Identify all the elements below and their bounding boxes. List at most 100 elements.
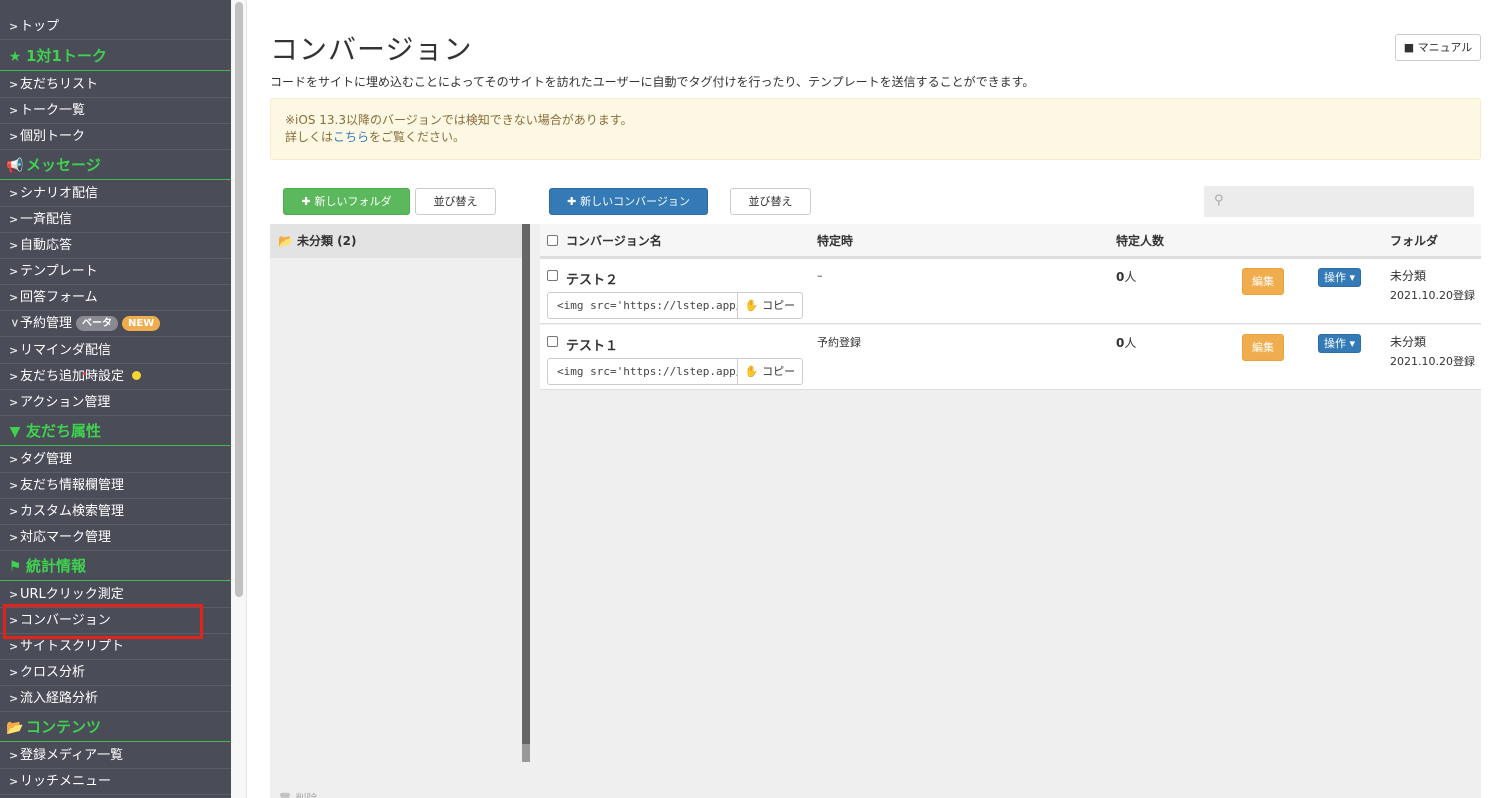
- folder-sort-button[interactable]: 並び替え: [415, 188, 496, 215]
- chevron-down-icon: >: [8, 318, 22, 328]
- sidebar-section-friend-attr: ▼ 友だち属性: [0, 417, 231, 446]
- chevron-right-icon: >: [9, 588, 19, 601]
- sidebar-item-friend-list[interactable]: > 友だちリスト: [0, 72, 231, 98]
- panel-divider[interactable]: [522, 224, 530, 762]
- alert-line2: 詳しくはこちらをご覧ください。: [285, 130, 466, 144]
- sidebar-section-message: 📢 メッセージ: [0, 151, 231, 180]
- copy-button[interactable]: ✋ コピー: [737, 358, 803, 385]
- new-conversion-button[interactable]: ✚ 新しいコンバージョン: [549, 188, 708, 215]
- row-checkbox[interactable]: [547, 336, 558, 347]
- sidebar: > トップ ★ 1対1トーク > 友だちリスト > トーク一覧 > 個別トーク 📢 メッセー…: [0, 0, 231, 798]
- sidebar-item-inflow[interactable]: > 流入経路分析: [0, 686, 231, 712]
- sidebar-item-mark[interactable]: > 対応マーク管理: [0, 525, 231, 551]
- operation-dropdown-button[interactable]: 操作 ▾: [1318, 268, 1361, 287]
- flag-icon: ⚑: [8, 559, 22, 575]
- folder-cell: 未分類: [1390, 269, 1427, 283]
- book-icon: ■: [1403, 41, 1418, 54]
- chevron-right-icon: >: [9, 265, 19, 278]
- conversion-name: テスト１: [566, 339, 619, 354]
- chevron-right-icon: >: [9, 531, 19, 544]
- conversion-name: テスト２: [566, 273, 619, 288]
- count-cell: 0人: [1116, 270, 1137, 284]
- sidebar-item-top[interactable]: > トップ: [0, 14, 231, 40]
- chevron-right-icon: >: [9, 78, 19, 91]
- chevron-right-icon: >: [9, 479, 19, 492]
- notification-dot: [132, 371, 142, 380]
- caret-down-icon: ▾: [1345, 271, 1356, 284]
- search-box[interactable]: ⚲: [1204, 186, 1474, 217]
- sidebar-item-scenario[interactable]: > シナリオ配信: [0, 181, 231, 207]
- panel-divider-handle[interactable]: [522, 744, 530, 762]
- sidebar-item-url-click[interactable]: > URLクリック測定: [0, 582, 231, 608]
- chevron-right-icon: >: [9, 640, 19, 653]
- folder-cell: 未分類: [1390, 335, 1427, 349]
- sidebar-item-site-script[interactable]: > サイトスクリプト: [0, 634, 231, 660]
- chevron-right-icon: >: [9, 749, 19, 762]
- sidebar-item-cross[interactable]: > クロス分析: [0, 660, 231, 686]
- chevron-right-icon: >: [9, 344, 19, 357]
- search-input[interactable]: [1234, 186, 1470, 217]
- ios-warning-alert: ※iOS 13.3以降のバージョンでは検知できない場合があります。 詳しくはこち…: [270, 98, 1481, 160]
- sidebar-section-talk: ★ 1対1トーク: [0, 42, 231, 71]
- sidebar-item-individual-talk[interactable]: > 個別トーク: [0, 124, 231, 150]
- plus-icon: ✚: [301, 195, 315, 208]
- search-icon: ⚲: [1214, 193, 1224, 208]
- edit-button[interactable]: 編集: [1242, 334, 1284, 361]
- copy-button[interactable]: ✋ コピー: [737, 292, 803, 319]
- select-all-checkbox[interactable]: [547, 235, 558, 246]
- chevron-right-icon: >: [9, 614, 19, 627]
- header-trigger: 特定時: [817, 234, 854, 248]
- sidebar-item-rich-menu[interactable]: > リッチメニュー: [0, 769, 231, 795]
- folder-item-uncategorized[interactable]: 📂 未分類 (2): [270, 224, 522, 258]
- chevron-right-icon: >: [9, 775, 19, 788]
- sidebar-item-auto-reply[interactable]: > 自動応答: [0, 233, 231, 259]
- sidebar-item-friend-add-setting[interactable]: > 友だち追加時設定: [0, 364, 231, 390]
- folder-open-icon: 📂: [6, 720, 24, 736]
- sidebar-item-conversion[interactable]: > コンバージョン: [0, 608, 231, 634]
- sidebar-item-broadcast[interactable]: > 一斉配信: [0, 207, 231, 233]
- sidebar-item-tag[interactable]: > タグ管理: [0, 447, 231, 473]
- date-cell: 2021.10.20登録: [1390, 289, 1475, 302]
- clipboard-icon: ✋: [744, 299, 763, 312]
- plus-icon: ✚: [567, 195, 581, 208]
- table-row: テスト１ <img src='https://lstep.app/p/2 ✋ コ…: [540, 325, 1481, 390]
- sidebar-item-talk-list[interactable]: > トーク一覧: [0, 98, 231, 124]
- folder-open-icon: 📂: [278, 234, 293, 248]
- sidebar-item-reminder[interactable]: > リマインダ配信: [0, 338, 231, 364]
- code-field[interactable]: <img src='https://lstep.app/p/2: [547, 358, 738, 385]
- edit-button[interactable]: 編集: [1242, 268, 1284, 295]
- date-cell: 2021.10.20登録: [1390, 355, 1475, 368]
- chevron-right-icon: >: [9, 20, 19, 33]
- sidebar-scrollbar[interactable]: [231, 0, 247, 798]
- alert-line1: ※iOS 13.3以降のバージョンでは検知できない場合があります。: [285, 113, 633, 127]
- chevron-right-icon: >: [9, 370, 19, 383]
- chevron-right-icon: >: [9, 239, 19, 252]
- code-field[interactable]: <img src='https://lstep.app/p/2: [547, 292, 738, 319]
- sidebar-item-template[interactable]: > テンプレート: [0, 259, 231, 285]
- sidebar-item-reservation[interactable]: >予約管理 ベータ NEW: [0, 311, 231, 337]
- manual-button[interactable]: ■ マニュアル: [1395, 34, 1481, 61]
- conversion-sort-button[interactable]: 並び替え: [730, 188, 811, 215]
- sidebar-item-action[interactable]: > アクション管理: [0, 390, 231, 416]
- row-checkbox[interactable]: [547, 270, 558, 281]
- scrollbar-thumb[interactable]: [235, 2, 243, 597]
- header-folder: フォルダ: [1390, 234, 1439, 248]
- chevron-right-icon: >: [9, 666, 19, 679]
- table-row: テスト２ <img src='https://lstep.app/p/2 ✋ コ…: [540, 259, 1481, 324]
- new-folder-button[interactable]: ✚ 新しいフォルダ: [283, 188, 410, 215]
- sidebar-item-answer-form[interactable]: > 回答フォーム: [0, 285, 231, 311]
- content-panel: 📂未分類 (2) 🗑 削除 コンバージョン名 特定時 特定人数 フォルダ テスト…: [270, 224, 1481, 798]
- trash-area[interactable]: 🗑 削除: [278, 790, 317, 798]
- alert-link[interactable]: こちら: [333, 130, 369, 144]
- page-description: コードをサイトに埋め込むことによってそのサイトを訪れたユーザーに自動でタグ付けを…: [270, 75, 1035, 89]
- sidebar-item-media[interactable]: > 登録メディア一覧: [0, 743, 231, 769]
- sidebar-item-friend-info[interactable]: > 友だち情報欄管理: [0, 473, 231, 499]
- operation-dropdown-button[interactable]: 操作 ▾: [1318, 334, 1361, 353]
- header-count: 特定人数: [1116, 234, 1165, 248]
- red-dot: [83, 372, 86, 375]
- chevron-right-icon: >: [9, 692, 19, 705]
- count-cell: 0人: [1116, 336, 1137, 350]
- sidebar-item-custom-search[interactable]: > カスタム検索管理: [0, 499, 231, 525]
- chevron-right-icon: >: [9, 213, 19, 226]
- filter-icon: ▼: [9, 424, 21, 440]
